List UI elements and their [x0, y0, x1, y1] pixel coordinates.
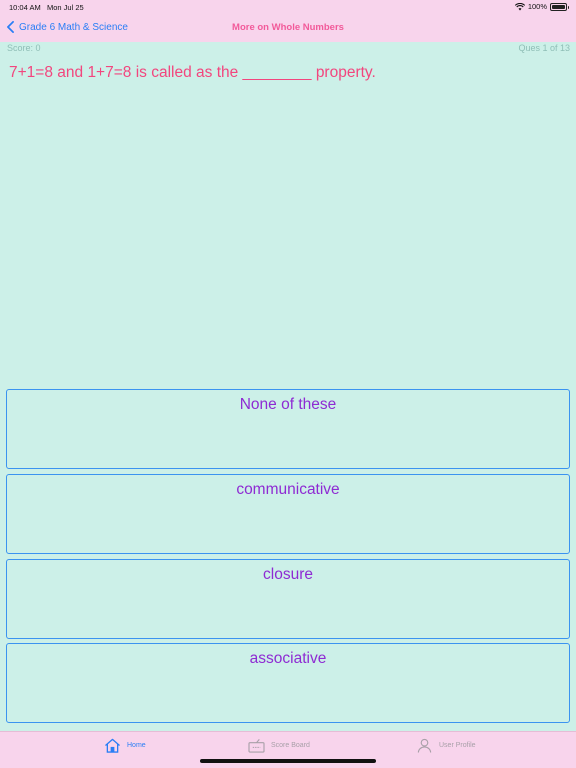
answer-option-2[interactable]: communicative [6, 474, 570, 554]
home-icon [105, 738, 120, 753]
tab-user-profile[interactable]: User Profile [416, 738, 476, 753]
answer-option-1[interactable]: None of these [6, 389, 570, 469]
tab-home-label: Home [127, 742, 146, 749]
user-icon [417, 738, 432, 753]
answer-option-3[interactable]: closure [6, 559, 570, 639]
page-title: More on Whole Numbers [232, 22, 344, 33]
question-text: 7+1=8 and 1+7=8 is called as the _______… [9, 64, 376, 81]
battery-level [552, 4, 565, 9]
top-bar: 10:04 AM Mon Jul 25 100% Grade 6 Math & … [0, 0, 576, 42]
question-progress: Ques 1 of 13 [518, 43, 570, 53]
home-indicator [200, 759, 376, 763]
status-indicators: 100% [514, 2, 569, 11]
status-clock: 10:04 AM [9, 3, 41, 12]
tab-score-board[interactable]: Score Board [248, 738, 310, 753]
battery-icon [550, 2, 569, 11]
tab-user-profile-label: User Profile [439, 742, 476, 749]
battery-percent: 100% [527, 2, 547, 11]
answer-option-4[interactable]: associative [6, 643, 570, 723]
score-label: Score: 0 [7, 43, 41, 53]
tab-home[interactable]: Home [104, 738, 146, 753]
scoreboard-icon [248, 739, 265, 753]
status-time: 10:04 AM Mon Jul 25 [9, 3, 84, 12]
wifi-icon [514, 2, 525, 10]
tab-score-board-label: Score Board [271, 742, 310, 749]
status-date: Mon Jul 25 [46, 3, 84, 12]
